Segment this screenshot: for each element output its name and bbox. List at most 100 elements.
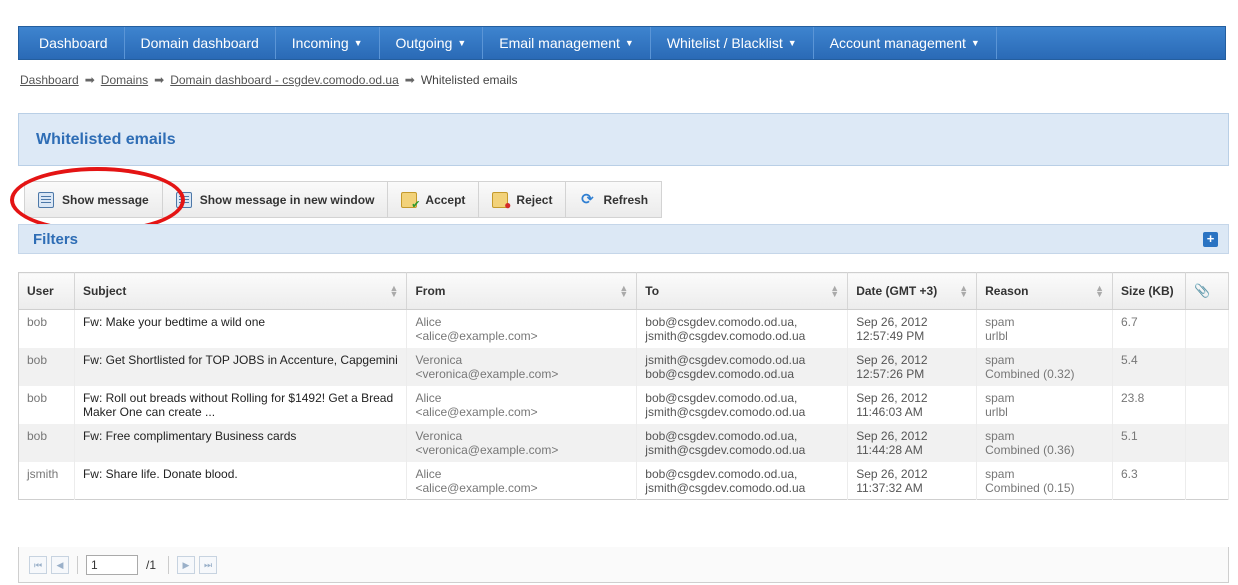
cell-user: bob xyxy=(18,309,75,348)
table-row[interactable]: bob Fw: Free complimentary Business card… xyxy=(18,423,1230,462)
nav-outgoing[interactable]: Outgoing ▼ xyxy=(380,27,484,59)
reason-detail: Combined (0.15) xyxy=(985,480,1075,495)
column-header-user[interactable]: User xyxy=(18,272,75,310)
emails-table: User Subject ▲ ▼ From ▲ ▼ To ▲ ▼ Date (GMT +3)… xyxy=(18,272,1230,500)
to-line: bob@csgdev.comodo.od.ua, xyxy=(645,315,798,329)
time: 12:57:26 PM xyxy=(856,366,925,381)
nav-whitelist-blacklist[interactable]: Whitelist / Blacklist ▼ xyxy=(651,27,814,59)
show-message-new-window-button[interactable]: Show message in new window xyxy=(162,182,389,217)
sort-icon: ▲ ▼ xyxy=(1095,283,1104,299)
cell-to: bob@csgdev.comodo.od.ua, jsmith@csgdev.co… xyxy=(636,423,849,462)
column-header-to[interactable]: To ▲ ▼ xyxy=(636,272,849,310)
cell-attachment xyxy=(1185,385,1230,424)
reason-detail: urlbl xyxy=(985,329,1008,343)
cell-from: Alice <alice@example.com> xyxy=(406,309,638,348)
cell-subject: Fw: Get Shortlisted for TOP JOBS in Acce… xyxy=(74,347,408,386)
page-title: Whitelisted emails xyxy=(36,130,176,148)
page-total: /1 xyxy=(146,557,157,572)
sort-icon: ▲ ▼ xyxy=(389,283,399,299)
expand-plus-icon[interactable]: + xyxy=(1203,231,1218,247)
to-line: bob@csgdev.comodo.od.ua, xyxy=(645,428,798,443)
cell-subject: Fw: Share life. Donate blood. xyxy=(74,461,408,500)
cell-size: 6.3 xyxy=(1112,461,1186,500)
cell-size: 5.1 xyxy=(1112,423,1186,462)
cell-reason: spam Combined (0.15) xyxy=(976,461,1113,500)
breadcrumb: Dashboard ➡ Domains ➡ Domain dashboard -… xyxy=(20,73,518,87)
cell-date: Sep 26, 2012 11:37:32 AM xyxy=(847,461,978,500)
time: 11:37:32 AM xyxy=(856,480,923,495)
cell-size: 23.8 xyxy=(1112,385,1186,424)
nav-incoming[interactable]: Incoming ▼ xyxy=(276,27,380,59)
sort-icon: ▲ ▼ xyxy=(830,283,840,299)
date: Sep 26, 2012 xyxy=(856,428,928,443)
column-header-date[interactable]: Date (GMT +3) ▲ ▼ xyxy=(847,272,978,310)
top-navigation: Dashboard Domain dashboard Incoming ▼ Out… xyxy=(18,26,1226,60)
nav-label: Account management xyxy=(829,35,966,51)
column-header-reason[interactable]: Reason ▲ ▼ xyxy=(976,272,1113,310)
from-email: <alice@example.com> xyxy=(415,404,538,419)
caret-down-icon: ▼ xyxy=(787,38,797,48)
table-header-row: User Subject ▲ ▼ From ▲ ▼ To ▲ ▼ Date (GMT +3)… xyxy=(18,272,1230,310)
column-header-subject[interactable]: Subject ▲ ▼ xyxy=(74,272,408,310)
reject-label: Reject xyxy=(516,192,553,207)
page-number-input[interactable]: 1 xyxy=(86,554,138,575)
accept-label: Accept xyxy=(425,192,466,207)
last-page-button[interactable]: ⏭ xyxy=(199,555,218,574)
divider xyxy=(77,555,78,574)
cell-user: bob xyxy=(18,385,75,424)
next-page-button[interactable]: ▶ xyxy=(177,555,196,574)
column-label: Date (GMT +3) xyxy=(856,284,938,298)
breadcrumb-current: Whitelisted emails xyxy=(420,73,518,87)
filters-bar[interactable]: Filters + xyxy=(18,224,1229,254)
nav-dashboard[interactable]: Dashboard xyxy=(19,27,125,59)
arrow-right-icon: ➡ xyxy=(154,73,165,87)
to-line: bob@csgdev.comodo.od.ua, xyxy=(645,390,798,405)
arrow-right-icon: ➡ xyxy=(404,73,415,87)
prev-page-button[interactable]: ◀ xyxy=(51,555,69,574)
cell-subject: Fw: Roll out breads without Rolling for … xyxy=(74,385,408,424)
from-email: <veronica@example.com> xyxy=(415,366,559,381)
from-name: Veronica xyxy=(415,352,463,367)
nav-label: Domain dashboard xyxy=(140,35,259,51)
cell-reason: spam Combined (0.36) xyxy=(976,423,1113,462)
nav-label: Dashboard xyxy=(39,35,108,51)
breadcrumb-domain-dashboard-link[interactable]: Domain dashboard - csgdev.comodo.od.ua xyxy=(170,73,399,87)
nav-label: Email management xyxy=(499,35,620,51)
nav-domain-dashboard[interactable]: Domain dashboard xyxy=(125,27,276,59)
cell-to: bob@csgdev.comodo.od.ua, jsmith@csgdev.co… xyxy=(636,309,849,348)
column-header-size[interactable]: Size (KB) xyxy=(1112,272,1186,310)
divider xyxy=(168,555,170,574)
column-label: Reason xyxy=(985,284,1029,298)
breadcrumb-domains-link[interactable]: Domains xyxy=(101,73,148,87)
nav-account-management[interactable]: Account management ▼ xyxy=(814,27,997,59)
reject-button[interactable]: Reject xyxy=(479,182,567,217)
caret-down-icon: ▼ xyxy=(457,38,467,48)
column-header-attachment[interactable]: 📎 xyxy=(1185,272,1230,310)
table-row[interactable]: jsmith Fw: Share life. Donate blood. Ali… xyxy=(18,461,1230,500)
title-panel: Whitelisted emails xyxy=(18,113,1229,166)
cell-to: jsmith@csgdev.comodo.od.ua bob@csgdev.com… xyxy=(636,347,849,386)
cell-reason: spam Combined (0.32) xyxy=(976,347,1113,386)
table-row[interactable]: bob Fw: Make your bedtime a wild one Ali… xyxy=(18,309,1230,348)
cell-attachment xyxy=(1185,423,1230,462)
show-message-new-window-label: Show message in new window xyxy=(199,192,375,207)
caret-down-icon: ▼ xyxy=(353,38,363,48)
refresh-icon: ⟳ xyxy=(581,190,594,208)
sort-icon: ▲ ▼ xyxy=(959,283,969,299)
refresh-button[interactable]: ⟳ Refresh xyxy=(566,182,662,217)
accept-button[interactable]: Accept xyxy=(388,182,480,217)
nav-email-management[interactable]: Email management ▼ xyxy=(483,27,651,59)
cell-subject: Fw: Free complimentary Business cards xyxy=(74,423,408,462)
first-page-button[interactable]: ⏮ xyxy=(29,555,47,574)
to-line: jsmith@csgdev.comodo.od.ua xyxy=(645,404,806,419)
column-label: From xyxy=(415,284,446,298)
from-email: <alice@example.com> xyxy=(415,329,538,343)
caret-down-icon: ▼ xyxy=(970,38,980,48)
table-row[interactable]: bob Fw: Get Shortlisted for TOP JOBS in … xyxy=(18,347,1230,386)
column-label: Size (KB) xyxy=(1120,284,1174,298)
table-row[interactable]: bob Fw: Roll out breads without Rolling … xyxy=(18,385,1230,424)
breadcrumb-dashboard-link[interactable]: Dashboard xyxy=(20,73,79,87)
column-header-from[interactable]: From ▲ ▼ xyxy=(406,272,638,310)
reason-detail: Combined (0.32) xyxy=(985,366,1075,381)
nav-label: Whitelist / Blacklist xyxy=(666,35,783,51)
